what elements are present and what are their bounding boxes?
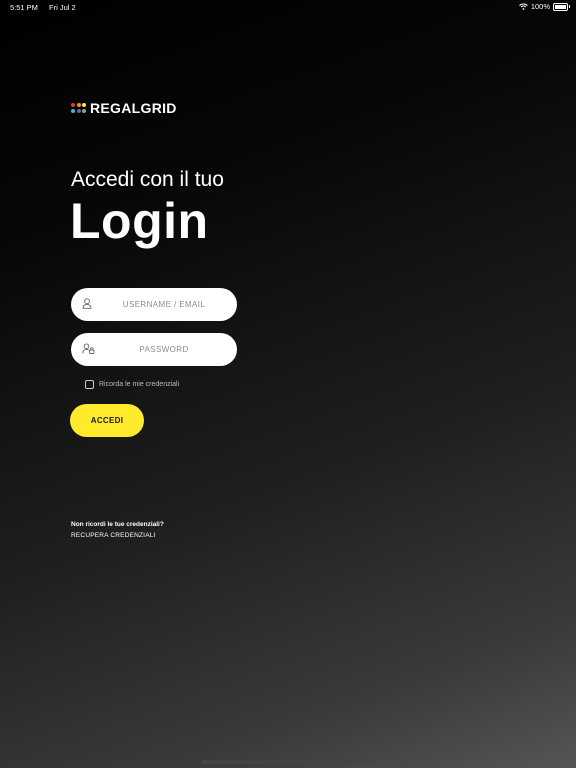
- battery-icon: [553, 2, 570, 11]
- forgot-credentials-text: Non ricordi le tue credenziali?: [71, 521, 164, 528]
- wifi-icon: [518, 3, 528, 10]
- brand-logo: REGALGRID: [71, 100, 177, 116]
- recover-credentials-link[interactable]: RECUPERA CREDENZIALI: [71, 532, 156, 539]
- logo-dot: [76, 103, 81, 108]
- logo-dot: [76, 108, 81, 113]
- brand-name: REGALGRID: [90, 100, 177, 116]
- username-field[interactable]: [71, 288, 237, 321]
- status-left: 5:51 PM Fri Jul 2: [10, 3, 85, 12]
- logo-dot: [71, 103, 75, 108]
- remember-checkbox[interactable]: [85, 380, 94, 389]
- logo-dot: [82, 108, 86, 113]
- battery-percent: 100%: [530, 2, 550, 11]
- username-input[interactable]: [101, 288, 227, 321]
- user-icon: [82, 298, 92, 309]
- status-time: 5:51 PM: [10, 3, 38, 12]
- logo-dots-icon: [71, 103, 86, 113]
- password-field[interactable]: [71, 333, 237, 366]
- login-title: Login: [70, 193, 209, 249]
- logo-dot: [82, 103, 86, 108]
- remember-label: Ricorda le mie credenziali: [99, 381, 180, 388]
- login-button[interactable]: ACCEDI: [70, 404, 144, 437]
- user-lock-icon: [82, 343, 95, 354]
- remember-credentials[interactable]: Ricorda le mie credenziali: [85, 380, 179, 389]
- status-right: 100%: [518, 2, 570, 11]
- password-input[interactable]: [101, 333, 227, 366]
- logo-dot: [71, 108, 75, 113]
- status-date: Fri Jul 2: [49, 3, 76, 12]
- status-bar: 5:51 PM Fri Jul 2 100%: [0, 0, 576, 14]
- home-indicator[interactable]: [201, 760, 375, 764]
- login-subtitle: Accedi con il tuo: [71, 168, 224, 191]
